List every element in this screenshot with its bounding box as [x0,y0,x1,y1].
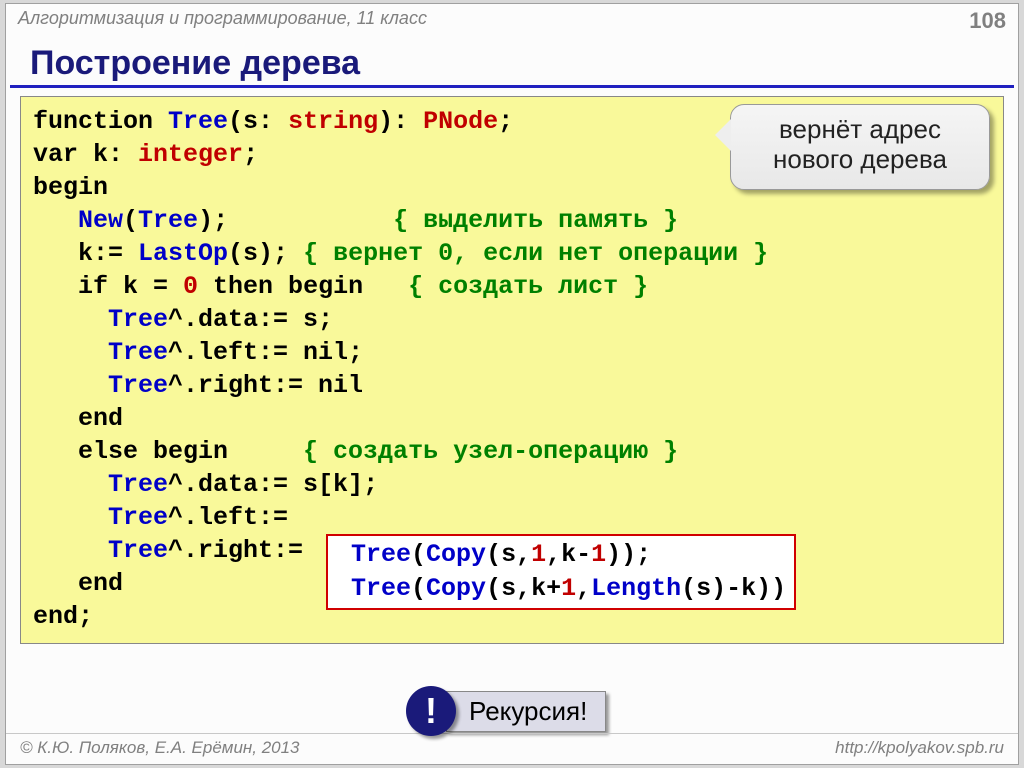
recursion-label: Рекурсия! [446,691,606,732]
highlight-box: Tree(Copy(s,1,k-1)); Tree(Copy(s,k+1,Len… [326,534,796,610]
speech-bubble: вернёт адрес нового дерева [730,104,990,190]
page-number: 108 [969,8,1006,34]
slide: Алгоритмизация и программирование, 11 кл… [5,3,1019,765]
exclamation-icon: ! [406,686,456,736]
footer-url: http://kpolyakov.spb.ru [835,738,1004,758]
topbar: Алгоритмизация и программирование, 11 кл… [6,4,1018,34]
slide-title: Построение дерева [10,34,1014,88]
footer: © К.Ю. Поляков, Е.А. Ерёмин, 2013 http:/… [6,733,1018,758]
recursion-callout: ! Рекурсия! [406,686,606,736]
footer-authors: © К.Ю. Поляков, Е.А. Ерёмин, 2013 [20,738,300,758]
subject: Алгоритмизация и программирование, 11 кл… [18,8,427,34]
